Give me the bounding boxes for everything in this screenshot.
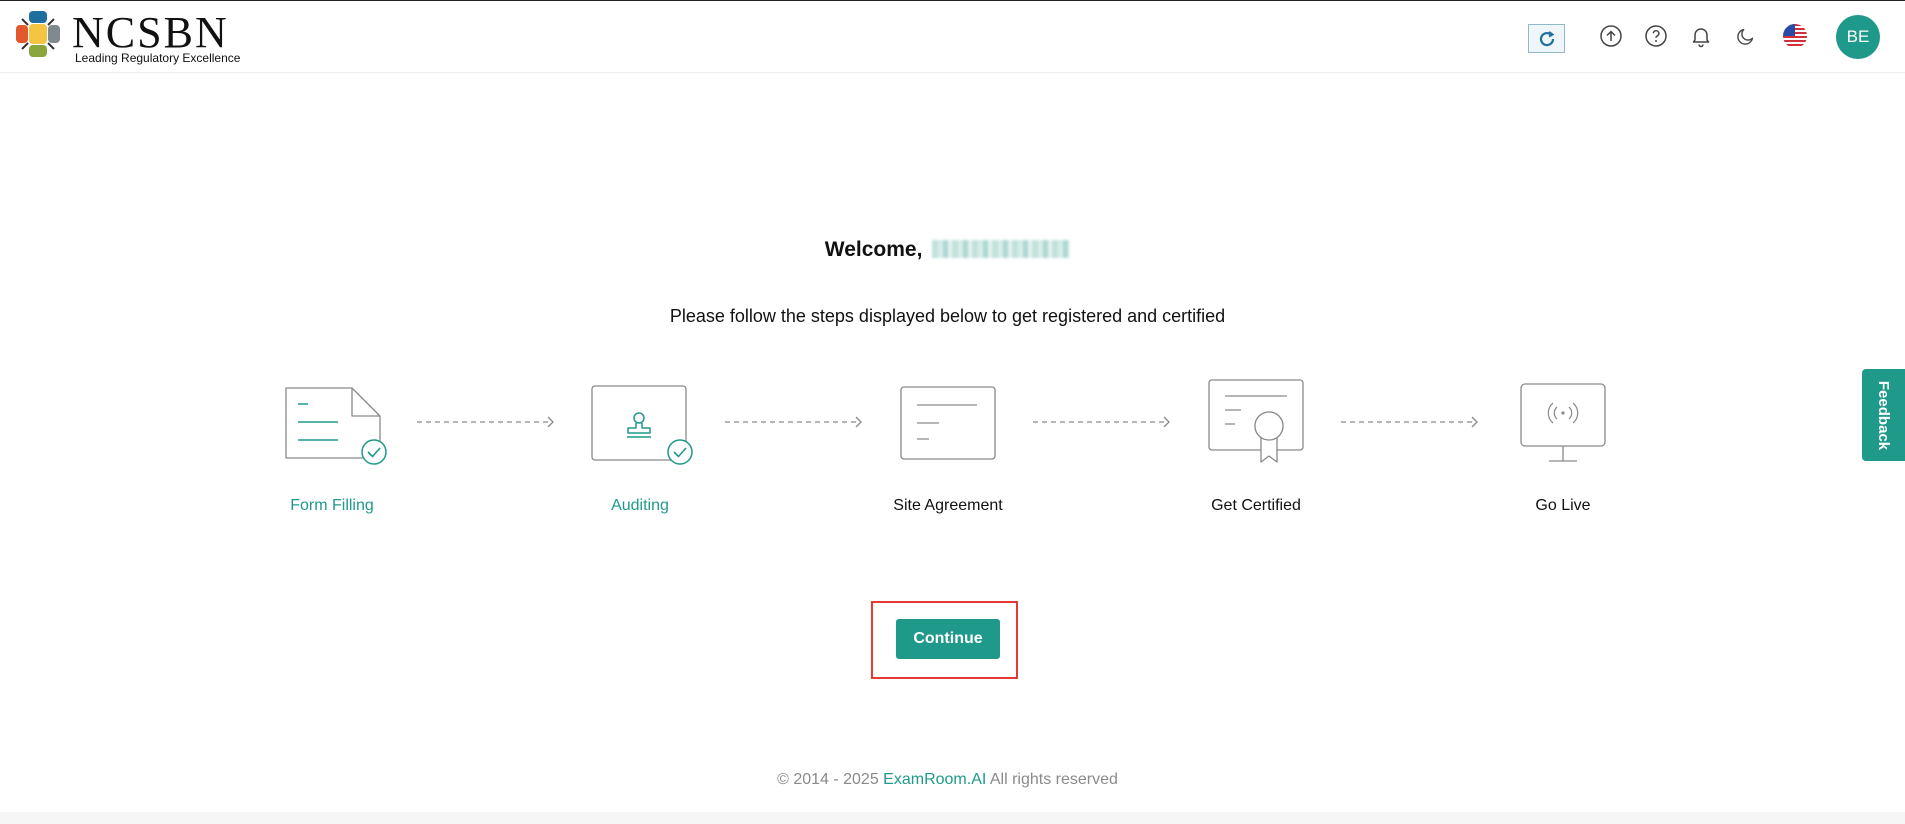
logo-tagline: Leading Regulatory Excellence <box>75 51 241 65</box>
step-arrow <box>1340 415 1480 434</box>
step-get-certified-label: Get Certified <box>1211 497 1301 514</box>
instructions-text: Please follow the steps displayed below … <box>669 306 1226 326</box>
moon-icon <box>1737 28 1754 45</box>
help-icon <box>1645 25 1667 47</box>
step-site-agreement-label: Site Agreement <box>893 497 1003 514</box>
footer-brand-link[interactable]: ExamRoom.AI <box>883 771 986 788</box>
feedback-tab[interactable]: Feedback <box>1862 369 1905 461</box>
form-document-icon <box>285 387 387 465</box>
dark-mode-toggle[interactable] <box>1733 23 1759 49</box>
ncsbn-logo-mark-icon <box>16 11 60 57</box>
refresh-button[interactable] <box>1528 24 1565 53</box>
bottom-strip <box>0 812 1905 824</box>
upload-icon <box>1600 25 1622 47</box>
welcome-text: Welcome, <box>824 238 923 261</box>
language-selector[interactable] <box>1782 23 1808 49</box>
broadcast-monitor-icon <box>1520 383 1606 462</box>
completed-check-icon <box>667 439 693 465</box>
bell-icon <box>1692 28 1710 48</box>
help-button[interactable] <box>1643 23 1669 49</box>
logo-name: NCSBN <box>72 8 229 57</box>
footer-rights: All rights reserved <box>989 771 1118 788</box>
step-go-live-label: Go Live <box>1535 497 1591 514</box>
step-arrow <box>1032 415 1172 434</box>
step-arrow <box>416 415 556 434</box>
step-auditing-label: Auditing <box>611 497 669 514</box>
footer-years: © 2014 - 2025 <box>777 771 879 788</box>
footer-copyright: © 2014 - 2025 ExamRoom.AI All rights res… <box>0 771 1895 789</box>
continue-button[interactable]: Continue <box>896 619 1000 659</box>
step-arrow <box>724 415 864 434</box>
stamp-icon <box>591 385 693 465</box>
step-form-filling-label: Form Filling <box>290 497 374 514</box>
agreement-document-icon <box>900 386 996 460</box>
us-flag-icon <box>1783 24 1807 48</box>
ncsbn-logo[interactable]: NCSBN Leading Regulatory Excellence <box>14 9 244 67</box>
feedback-label: Feedback <box>1875 380 1893 450</box>
completed-check-icon <box>361 439 387 465</box>
welcome-heading: Welcome, <box>0 238 1895 262</box>
refresh-icon <box>1539 30 1554 46</box>
top-header: NCSBN Leading Regulatory Excellence BE <box>0 1 1905 73</box>
user-avatar[interactable]: BE <box>1836 15 1880 59</box>
notifications-button[interactable] <box>1688 23 1714 49</box>
certificate-icon <box>1208 379 1304 463</box>
redacted-user-name <box>932 240 1071 258</box>
upload-button[interactable] <box>1598 23 1624 49</box>
